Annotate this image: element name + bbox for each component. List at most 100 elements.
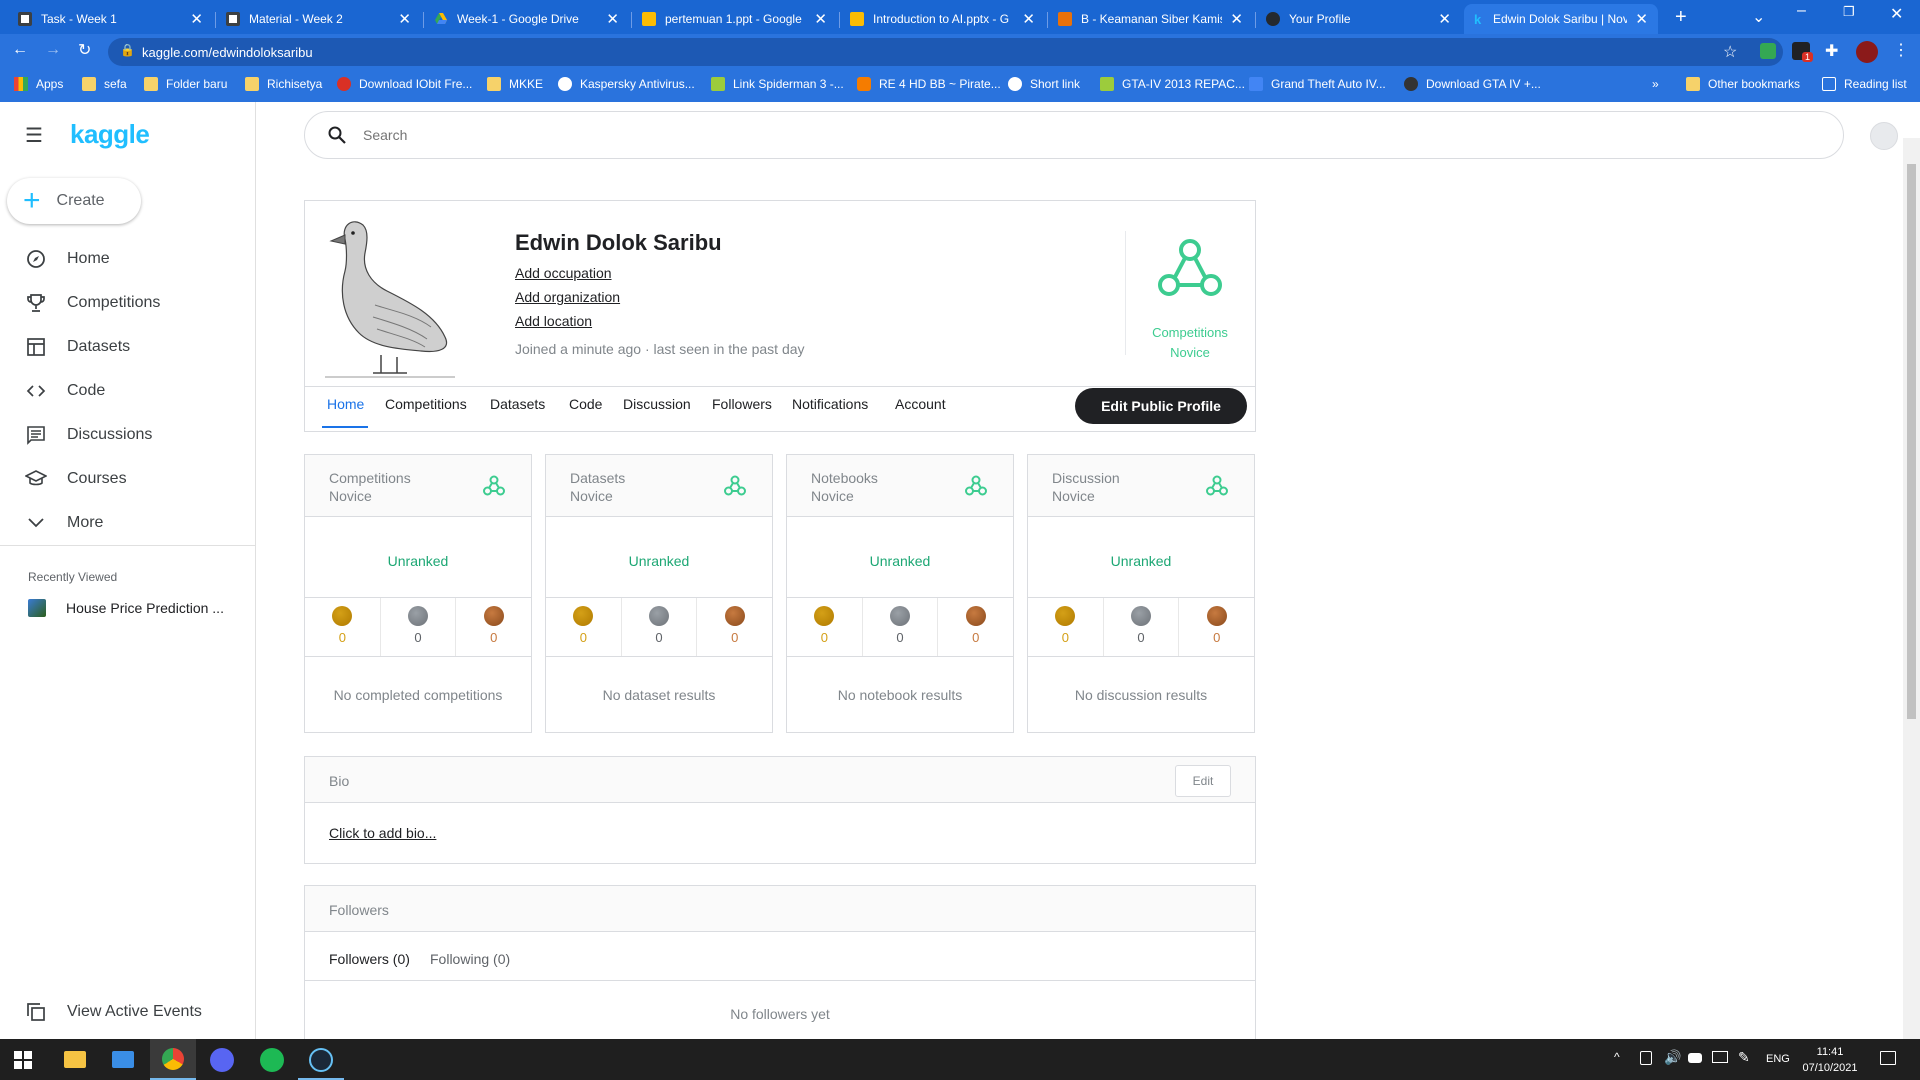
sidebar-item-home[interactable]: Home — [25, 248, 110, 270]
star-icon[interactable]: ☆ — [1723, 42, 1737, 62]
sidebar-item-datasets[interactable]: Datasets — [25, 336, 130, 358]
other-bookmarks[interactable]: Other bookmarks — [1686, 77, 1800, 91]
tab-account[interactable]: Account — [895, 396, 946, 412]
add-organization-link[interactable]: Add organization — [515, 289, 620, 305]
user-avatar[interactable] — [1870, 122, 1898, 150]
profile-avatar-icon[interactable] — [1856, 41, 1878, 63]
bookmark-folder[interactable]: MKKE — [487, 77, 543, 91]
search-input[interactable] — [363, 127, 1763, 143]
view-active-events[interactable]: View Active Events — [25, 1001, 202, 1023]
close-window-icon[interactable]: ✕ — [1890, 4, 1903, 24]
bookmarks-overflow[interactable]: » — [1652, 77, 1659, 91]
reload-icon[interactable]: ↻ — [78, 40, 91, 60]
back-icon[interactable]: ← — [12, 41, 28, 59]
bookmark-link[interactable]: Grand Theft Auto IV... — [1249, 77, 1386, 91]
sidebar-item-competitions[interactable]: Competitions — [25, 292, 160, 314]
tab-home[interactable]: Home — [327, 396, 364, 412]
tab-discussion[interactable]: Discussion — [623, 396, 691, 412]
tab-followers[interactable]: Followers — [712, 396, 772, 412]
bookmark-link[interactable]: GTA-IV 2013 REPAC... — [1100, 77, 1245, 91]
browser-tab[interactable]: Material - Week 2 ✕ — [216, 4, 421, 34]
language-indicator[interactable]: ENG — [1766, 1053, 1790, 1065]
bookmark-folder[interactable]: sefa — [82, 77, 127, 91]
address-bar[interactable]: 🔒 kaggle.com/edwindoloksaribu ☆ — [108, 38, 1783, 66]
browser-tab-active[interactable]: k Edwin Dolok Saribu | Novi ✕ — [1464, 4, 1658, 34]
recent-item[interactable]: House Price Prediction ... — [28, 599, 224, 617]
close-icon[interactable]: ✕ — [814, 10, 827, 28]
bookmark-link[interactable]: Link Spiderman 3 -... — [711, 77, 844, 91]
bookmark-link[interactable]: Download GTA IV +... — [1404, 77, 1541, 91]
close-icon[interactable]: ✕ — [1635, 10, 1648, 28]
followers-tab[interactable]: Followers (0) — [329, 951, 410, 967]
volume-icon[interactable]: 🔊 — [1664, 1049, 1681, 1066]
following-tab[interactable]: Following (0) — [430, 951, 510, 967]
no-results-text: No completed competitions — [333, 687, 503, 703]
bookmark-folder[interactable]: Richisetya — [245, 77, 322, 91]
forward-icon[interactable]: → — [45, 41, 61, 59]
add-occupation-link[interactable]: Add occupation — [515, 265, 612, 281]
menu-dots-icon[interactable]: ⋮ — [1893, 40, 1909, 60]
bio-edit-button[interactable]: Edit — [1175, 765, 1231, 797]
globe-icon — [1008, 77, 1022, 91]
puzzle-icon[interactable]: ✚ — [1825, 41, 1838, 61]
bookmark-link[interactable]: Short link — [1008, 77, 1080, 91]
browser-tab[interactable]: Your Profile ✕ — [1256, 4, 1461, 34]
reading-list[interactable]: Reading list — [1822, 77, 1907, 91]
tab-datasets[interactable]: Datasets — [490, 396, 545, 412]
search-bar[interactable] — [304, 111, 1844, 159]
close-icon[interactable]: ✕ — [606, 10, 619, 28]
bookmark-label: Kaspersky Antivirus... — [580, 77, 695, 91]
browser-tab[interactable]: Introduction to AI.pptx - G ✕ — [840, 4, 1045, 34]
discord-icon[interactable] — [210, 1048, 234, 1072]
hamburger-menu-icon[interactable]: ☰ — [25, 123, 43, 148]
tab-competitions[interactable]: Competitions — [385, 396, 467, 412]
create-button[interactable]: + Create — [7, 178, 141, 224]
bookmark-link[interactable]: RE 4 HD BB ~ Pirate... — [857, 77, 1001, 91]
minimize-icon[interactable]: – — [1797, 2, 1806, 20]
sidebar-item-discussions[interactable]: Discussions — [25, 424, 152, 446]
app-icon[interactable] — [112, 1051, 134, 1068]
browser-tab[interactable]: pertemuan 1.ppt - Google ✕ — [632, 4, 837, 34]
add-location-link[interactable]: Add location — [515, 313, 592, 329]
sidebar-item-more[interactable]: More — [25, 512, 103, 534]
close-icon[interactable]: ✕ — [398, 10, 411, 28]
tray-chevron-icon[interactable]: ^ — [1614, 1050, 1620, 1064]
tray-icon[interactable] — [1640, 1051, 1652, 1065]
close-icon[interactable]: ✕ — [1230, 10, 1243, 28]
tab-code[interactable]: Code — [569, 396, 602, 412]
windows-start-icon[interactable] — [14, 1051, 32, 1069]
network-icon[interactable] — [1712, 1051, 1728, 1063]
edit-public-profile-button[interactable]: Edit Public Profile — [1075, 388, 1247, 424]
bookmark-folder[interactable]: Folder baru — [144, 77, 227, 91]
clock[interactable]: 11:41 07/10/2021 — [1800, 1044, 1860, 1076]
tab-notifications[interactable]: Notifications — [792, 396, 868, 412]
url-text[interactable]: kaggle.com/edwindoloksaribu — [142, 45, 313, 60]
extension-icon[interactable] — [1760, 43, 1776, 59]
new-tab-icon[interactable]: + — [1675, 6, 1687, 29]
scrollbar-thumb[interactable] — [1907, 164, 1916, 719]
browser-tab[interactable]: Task - Week 1 ✕ — [8, 4, 213, 34]
tab-search-icon[interactable]: ⌄ — [1752, 7, 1765, 27]
browser-tab[interactable]: Week-1 - Google Drive ✕ — [424, 4, 629, 34]
sidebar-item-courses[interactable]: Courses — [25, 468, 127, 490]
taskbar-steam[interactable] — [298, 1039, 344, 1080]
bookmark-link[interactable]: Kaspersky Antivirus... — [558, 77, 695, 91]
close-icon[interactable]: ✕ — [1022, 10, 1035, 28]
taskbar-chrome[interactable] — [150, 1039, 196, 1080]
scrollbar[interactable] — [1903, 138, 1920, 1039]
browser-tab[interactable]: B - Keamanan Siber Kamis ✕ — [1048, 4, 1253, 34]
events-icon — [25, 1001, 47, 1023]
notification-center-icon[interactable] — [1880, 1051, 1896, 1065]
kaggle-logo[interactable]: kaggle — [70, 119, 150, 150]
bookmark-apps[interactable]: Apps — [14, 77, 63, 91]
file-explorer-icon[interactable] — [64, 1051, 86, 1068]
bookmark-link[interactable]: Download IObit Fre... — [337, 77, 472, 91]
discord-tray-icon[interactable] — [1688, 1053, 1702, 1063]
spotify-icon[interactable] — [260, 1048, 284, 1072]
close-icon[interactable]: ✕ — [190, 10, 203, 28]
add-bio-link[interactable]: Click to add bio... — [329, 825, 436, 841]
restore-icon[interactable]: ❐ — [1843, 4, 1855, 20]
sidebar-item-code[interactable]: Code — [25, 380, 105, 402]
pen-icon[interactable]: ✎ — [1738, 1049, 1750, 1066]
close-icon[interactable]: ✕ — [1438, 10, 1451, 28]
